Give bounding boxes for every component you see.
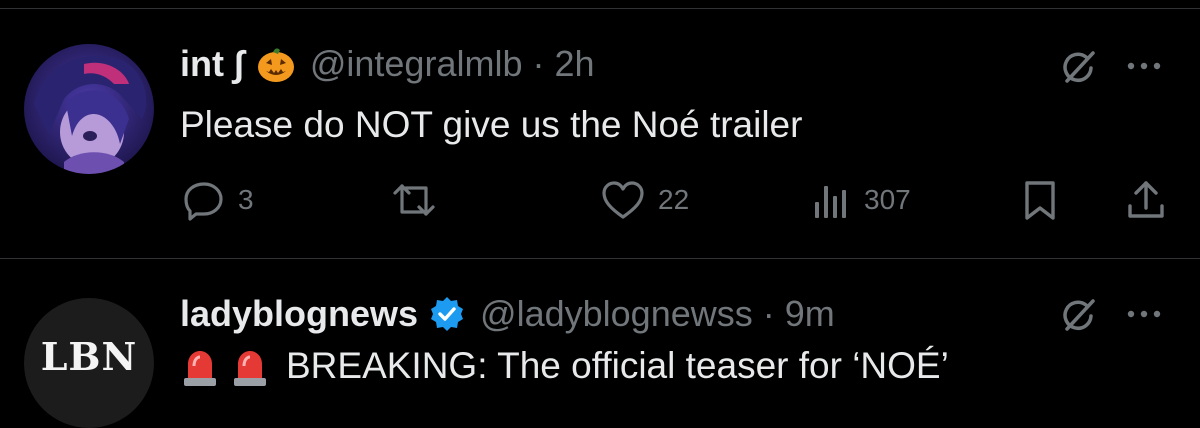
reply-count: 3 <box>238 184 254 215</box>
view-count: 307 <box>864 184 911 215</box>
siren-emoji-icon <box>180 346 220 386</box>
avatar[interactable] <box>24 44 154 174</box>
retweet-button[interactable] <box>390 178 438 222</box>
retweet-icon <box>393 184 435 216</box>
siren-emoji-icon <box>230 346 270 386</box>
display-name[interactable]: int ∫ <box>180 43 244 85</box>
avatar[interactable]: LBN <box>24 298 154 428</box>
tweet-header: int ∫ @integralmlb · 2h <box>180 39 595 89</box>
verified-badge-icon <box>428 295 466 333</box>
bookmark-button[interactable] <box>1022 178 1058 222</box>
tweet-text: Please do NOT give us the Noé trailer <box>180 104 803 145</box>
display-name[interactable]: ladyblognews <box>180 293 418 335</box>
tweet-divider <box>0 258 1200 259</box>
views-button[interactable]: 307 <box>812 178 911 222</box>
bookmark-icon <box>1025 181 1055 220</box>
handle-and-time[interactable]: @ladyblognewss · 9m <box>480 293 835 335</box>
jack-o-lantern-icon <box>256 44 296 84</box>
reply-button[interactable]: 3 <box>182 178 254 222</box>
tweet-text-line: BREAKING: The official teaser for ‘NOÉ’ <box>180 345 949 387</box>
grok-icon[interactable] <box>1058 48 1098 88</box>
tweet-header: ladyblognews @ladyblognewss · 9m <box>180 289 835 339</box>
like-icon <box>602 181 644 219</box>
more-icon[interactable] <box>1126 60 1162 72</box>
avatar-image <box>24 44 154 174</box>
more-icon[interactable] <box>1126 308 1162 320</box>
share-icon <box>1128 181 1164 218</box>
views-icon <box>815 186 846 218</box>
like-button[interactable]: 22 <box>600 178 689 222</box>
tweet-text: BREAKING: The official teaser for ‘NOÉ’ <box>286 345 949 386</box>
top-divider <box>0 8 1200 9</box>
share-button[interactable] <box>1126 178 1166 222</box>
handle-and-time[interactable]: @integralmlb · 2h <box>310 43 595 85</box>
avatar-logo-text: LBN <box>40 334 138 379</box>
like-count: 22 <box>658 184 690 215</box>
grok-icon[interactable] <box>1058 296 1098 336</box>
reply-icon <box>184 182 223 221</box>
